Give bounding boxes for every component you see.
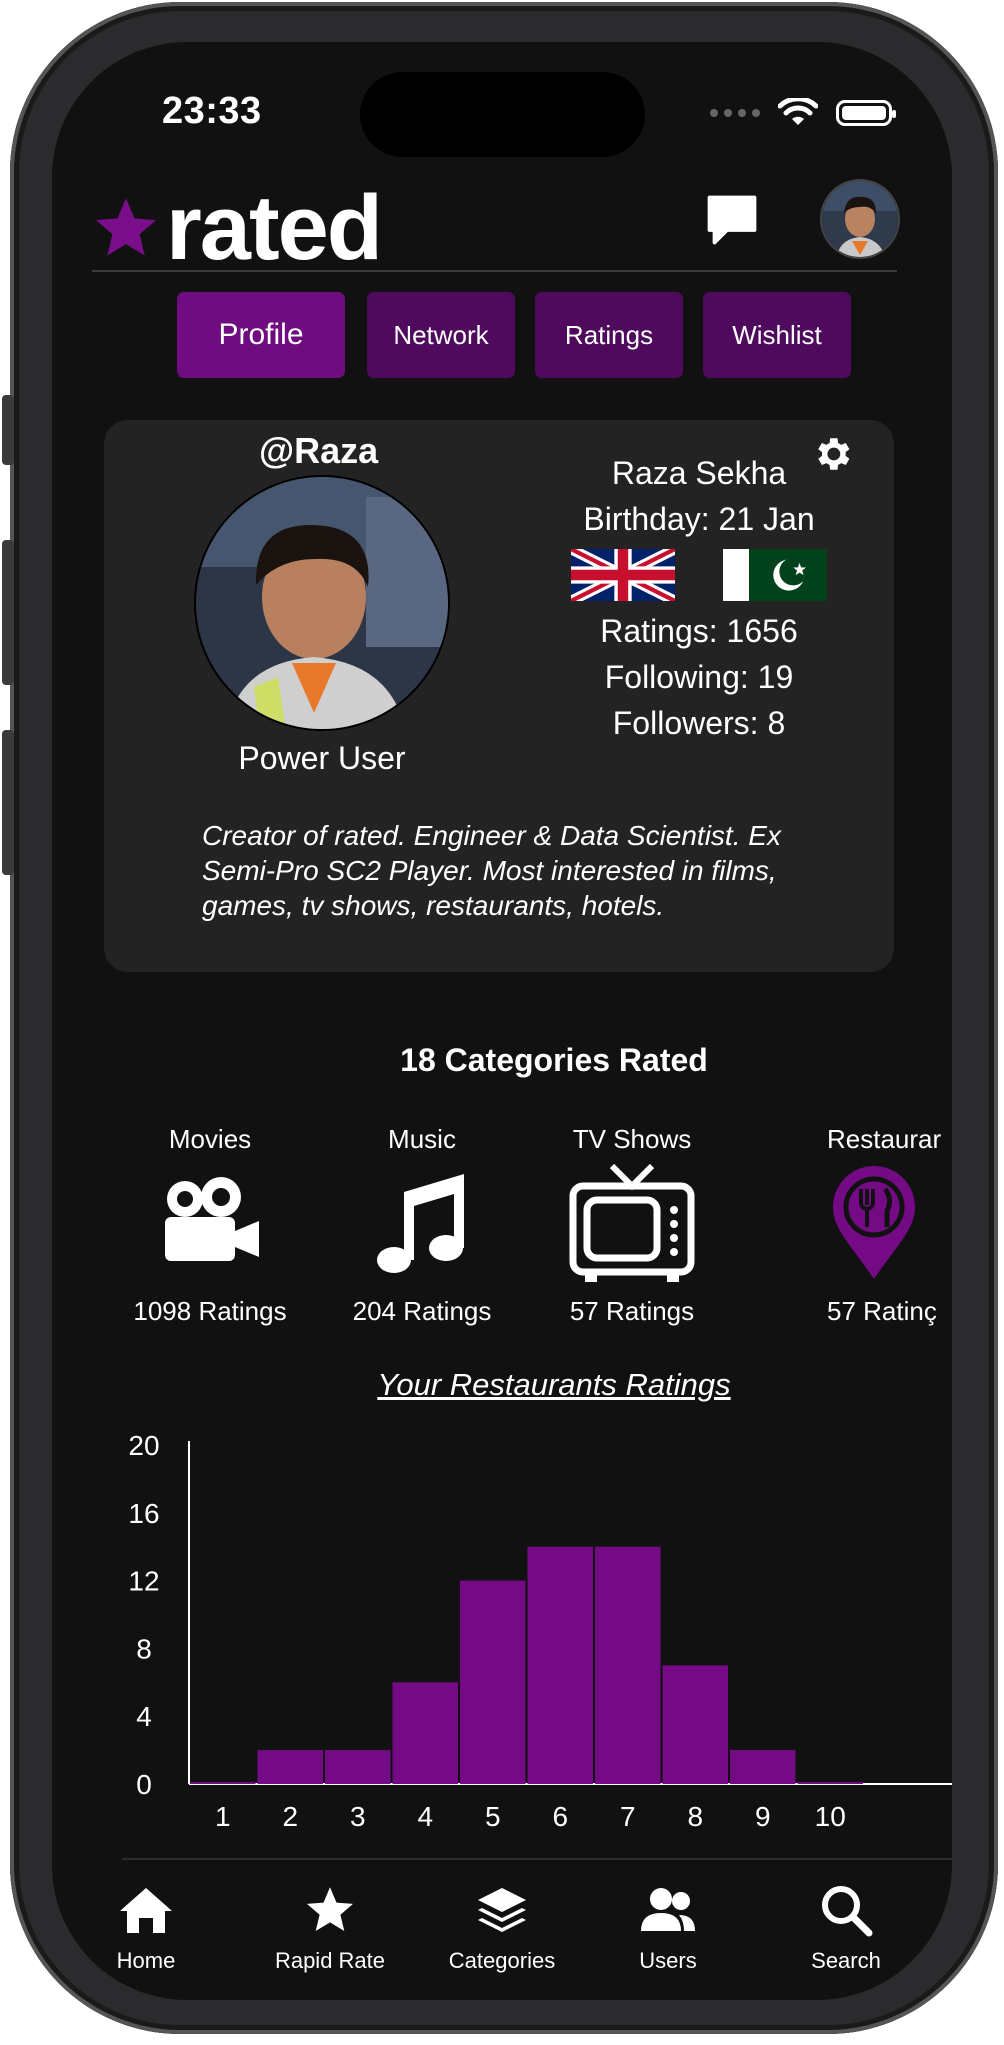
side-button-volume-up [2, 540, 14, 685]
profile-avatar[interactable] [194, 475, 450, 731]
nav-label: Rapid Rate [274, 1948, 386, 1973]
bar [595, 1546, 661, 1784]
x-tick-label: 10 [815, 1801, 846, 1827]
header-divider [92, 270, 897, 272]
x-tick-label: 7 [620, 1801, 636, 1827]
y-tick-label: 20 [128, 1430, 159, 1461]
settings-gear-icon[interactable] [810, 432, 854, 476]
header-avatar[interactable] [820, 179, 900, 259]
category-name: Movies [168, 1124, 252, 1154]
profile-card: @Raza Power User Raza Sekha Birthday: 21… [104, 420, 894, 972]
bar [730, 1750, 796, 1784]
y-tick-label: 4 [136, 1701, 152, 1732]
bar [797, 1782, 863, 1784]
restaurant-pin-icon [833, 1166, 915, 1279]
star-icon [307, 1887, 353, 1932]
birthday: Birthday: 21 Jan [583, 501, 815, 537]
profile-info: Raza Sekha Birthday: 21 Jan Ratings: 165… [539, 450, 859, 746]
tab-network[interactable]: Network [367, 292, 515, 378]
category-restaurants[interactable]: Restaurar 57 Ratinç [827, 1124, 947, 1327]
category-count: 57 Ratings [569, 1296, 695, 1326]
bar [325, 1750, 391, 1784]
category-music[interactable]: Music 204 Ratings [332, 1124, 512, 1327]
movie-camera-icon [165, 1177, 259, 1261]
followers-count[interactable]: Followers: 8 [539, 700, 859, 746]
bar [257, 1750, 323, 1784]
x-tick-label: 5 [485, 1801, 501, 1827]
category-name: TV Shows [572, 1124, 692, 1154]
ratings-histogram: 0481216201 2 3 4 5 6 7 8 9 10 [128, 1430, 952, 1827]
tab-ratings[interactable]: Ratings [535, 292, 683, 378]
users-icon [641, 1888, 695, 1931]
nav-rapid-rate[interactable]: Rapid Rate [260, 1882, 400, 1974]
nav-categories[interactable]: Categories [432, 1882, 572, 1974]
nav-label: Users [639, 1948, 697, 1973]
wifi-icon [778, 98, 818, 125]
nav-label: Search [811, 1948, 881, 1973]
bar [527, 1546, 593, 1784]
category-name: Restaurar [827, 1124, 942, 1154]
tab-wishlist[interactable]: Wishlist [703, 292, 851, 378]
tv-icon [569, 1163, 695, 1282]
y-tick-label: 8 [136, 1633, 152, 1664]
y-tick-label: 0 [136, 1769, 152, 1800]
categories-title: 18 Categories Rated [400, 1042, 708, 1078]
category-name: Music [388, 1124, 456, 1154]
signal-icon [710, 109, 760, 117]
category-count: 204 Ratings [352, 1296, 492, 1326]
star-logo-icon [95, 198, 157, 256]
side-button-volume-down [2, 730, 14, 875]
status-icons [710, 98, 896, 128]
category-count: 57 Ratinç [827, 1296, 937, 1326]
status-time: 23:33 [162, 90, 262, 132]
bar [392, 1682, 458, 1784]
category-count: 1098 Ratings [133, 1296, 287, 1326]
profile-tabs: Profile Network Ratings Wishlist [177, 292, 867, 378]
x-tick-label: 2 [282, 1801, 298, 1827]
pakistan-flag-icon [723, 549, 827, 601]
music-note-icon [377, 1174, 464, 1273]
user-handle: @Raza [259, 430, 379, 471]
category-movies[interactable]: Movies 1098 Ratings [120, 1124, 300, 1327]
brand-name: rated [166, 177, 383, 279]
x-tick-label: 9 [755, 1801, 771, 1827]
nav-label: Categories [448, 1948, 556, 1973]
x-tick-label: 6 [552, 1801, 568, 1827]
search-icon [822, 1886, 873, 1937]
category-tv-shows[interactable]: TV Shows 57 Ratings [542, 1124, 722, 1327]
user-bio: Creator of rated. Engineer & Data Scient… [202, 820, 781, 921]
chat-icon[interactable] [702, 190, 762, 250]
y-tick-label: 16 [128, 1498, 159, 1529]
bar [662, 1665, 728, 1784]
app-logo[interactable]: rated [92, 177, 383, 279]
nav-home[interactable]: Home [76, 1882, 216, 1974]
bar [190, 1782, 256, 1784]
nav-label: Home [116, 1948, 176, 1973]
bar [460, 1580, 526, 1784]
x-tick-label: 1 [215, 1801, 231, 1827]
nav-search[interactable]: Search [776, 1882, 916, 1974]
x-tick-label: 4 [417, 1801, 433, 1827]
user-level: Power User [238, 740, 406, 776]
battery-icon [836, 100, 896, 126]
uk-flag-icon [571, 549, 675, 601]
home-icon [120, 1888, 172, 1933]
nav-users[interactable]: Users [598, 1882, 738, 1974]
following-count[interactable]: Following: 19 [539, 654, 859, 700]
chart-title: Your Restaurants Ratings [377, 1367, 731, 1402]
x-tick-label: 3 [350, 1801, 366, 1827]
side-button-silent [2, 395, 14, 465]
y-tick-label: 12 [128, 1566, 159, 1597]
screen: 23:33 rated Profile Network Ratings Wish… [52, 42, 952, 2000]
nav-divider [122, 1858, 952, 1860]
nationality-flags [571, 548, 827, 602]
layers-icon [478, 1888, 526, 1932]
dynamic-island [360, 72, 645, 157]
ratings-count: Ratings: 1656 [600, 613, 798, 649]
tab-profile[interactable]: Profile [177, 292, 345, 378]
x-tick-label: 8 [687, 1801, 703, 1827]
